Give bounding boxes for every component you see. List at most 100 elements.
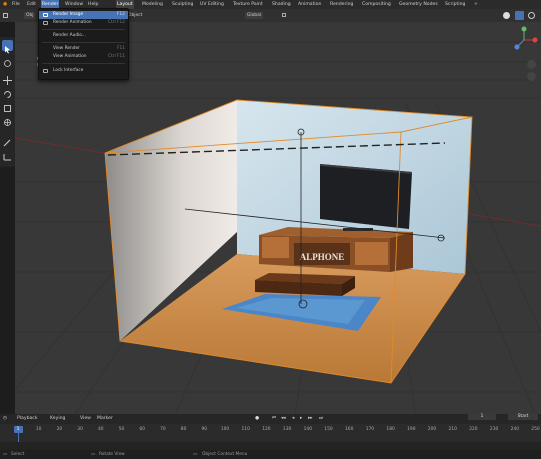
frame-tick-label: 30 xyxy=(77,427,83,432)
render-dropdown-menu: Render Image F12 Render Animation Ctrl F… xyxy=(38,8,129,80)
menu-item-lock-interface[interactable]: Lock Interface xyxy=(39,67,128,75)
timeline-menu-keying[interactable]: Keying xyxy=(50,414,65,424)
frame-tick-label: 250 xyxy=(531,427,540,432)
mouse-right-icon: ▭ xyxy=(193,452,198,457)
frame-tick-label: 130 xyxy=(282,427,292,432)
frame-tick-label: 80 xyxy=(180,427,187,432)
annotate-tool-icon[interactable] xyxy=(2,133,13,147)
scale-tool-icon[interactable] xyxy=(2,99,13,112)
frame-tick-label: 90 xyxy=(201,427,208,432)
play-reverse-icon[interactable]: ◂ xyxy=(292,414,294,424)
menu-item-view-animation[interactable]: View Animation Ctrl F11 xyxy=(39,53,128,61)
editor-type-icon[interactable] xyxy=(3,13,8,18)
tab-texture-paint[interactable]: Texture Paint xyxy=(233,0,263,9)
frame-tick-label: 50 xyxy=(118,427,125,432)
current-frame-field[interactable]: 1 xyxy=(468,414,496,420)
frame-tick-label: 10 xyxy=(35,427,42,432)
scene-render: ALPHONE xyxy=(15,41,541,414)
menu-separator xyxy=(42,63,125,64)
frame-tick-label: 220 xyxy=(469,427,478,432)
timeline-menu-marker[interactable]: Marker xyxy=(97,414,113,424)
frame-tick-label: 70 xyxy=(160,427,166,432)
tab-animation[interactable]: Animation xyxy=(298,0,321,9)
viewport-shading-material-icon[interactable] xyxy=(515,11,524,20)
tab-geometry-nodes[interactable]: Geometry Nodes xyxy=(399,0,438,9)
timeline-ruler[interactable]: 1 10 20 30 40 50 60 70 80 90 100 110 120 130 140 150 160… xyxy=(0,424,541,442)
object-mode-dropdown[interactable]: Obj xyxy=(24,12,36,19)
jump-end-icon[interactable]: ⏭ xyxy=(319,414,323,424)
blender-logo-icon[interactable]: ● xyxy=(3,0,7,9)
frame-tick-label: 200 xyxy=(427,427,437,432)
frame-tick-label: 150 xyxy=(324,427,333,432)
transform-orientation-dropdown[interactable]: Global xyxy=(245,12,264,19)
playhead-line xyxy=(18,433,19,442)
tab-rendering[interactable]: Rendering xyxy=(330,0,353,9)
frame-tick-label: 60 xyxy=(139,427,145,432)
zoom-icon[interactable] xyxy=(527,60,536,69)
frame-tick-label: 1 xyxy=(16,427,20,432)
frame-tick-label: 110 xyxy=(241,427,250,432)
render-animation-icon xyxy=(43,21,48,25)
snap-icon[interactable] xyxy=(282,13,286,17)
frame-tick-label: 190 xyxy=(407,427,416,432)
pan-icon[interactable] xyxy=(527,72,536,81)
menu-item-view-render[interactable]: View Render F11 xyxy=(39,45,128,53)
timeline-menu-playback[interactable]: Playback xyxy=(17,414,38,424)
frame-tick-label: 180 xyxy=(386,427,395,432)
menu-separator xyxy=(42,42,125,43)
jump-start-icon[interactable]: ⏮ xyxy=(272,414,276,424)
tab-sculpting[interactable]: Sculpting xyxy=(172,0,193,9)
frame-tick-label: 120 xyxy=(262,427,271,432)
transform-tool-icon[interactable] xyxy=(2,113,13,126)
status-bar: ▭ Select ▭ Rotate View ▭ Object Context … xyxy=(0,450,541,459)
tab-shading[interactable]: Shading xyxy=(272,0,291,9)
object-menu[interactable]: Object xyxy=(128,9,142,22)
viewport-shading-rendered-icon[interactable] xyxy=(528,12,535,19)
3d-viewport[interactable]: ALPHONE Came (1) C xyxy=(15,22,541,414)
timeline-track[interactable] xyxy=(0,442,541,450)
select-box-tool-icon[interactable] xyxy=(2,40,13,54)
mouse-left-icon: ▭ xyxy=(3,452,8,457)
alphone-sign: ALPHONE xyxy=(300,252,345,262)
frame-tick-label: 20 xyxy=(56,427,63,432)
rotate-tool-icon[interactable] xyxy=(2,85,13,98)
frame-tick-label: 230 xyxy=(489,427,499,432)
play-icon[interactable]: ▸ xyxy=(300,414,302,424)
tab-compositing[interactable]: Compositing xyxy=(362,0,391,9)
add-workspace-button[interactable]: + xyxy=(474,0,478,9)
tool-shelf xyxy=(0,37,15,167)
checkbox-icon xyxy=(43,69,48,73)
timeline-editor-icon[interactable]: ◷ xyxy=(3,414,7,424)
frame-tick-label: 210 xyxy=(448,427,457,432)
status-rotate-view: Rotate View xyxy=(99,452,125,457)
menu-item-render-animation[interactable]: Render Animation Ctrl F12 xyxy=(39,19,128,27)
tab-modeling[interactable]: Modeling xyxy=(142,0,163,9)
frame-tick-label: 240 xyxy=(510,427,519,432)
mouse-middle-icon: ▭ xyxy=(91,452,96,457)
cursor-tool-icon[interactable] xyxy=(2,54,13,67)
tab-scripting[interactable]: Scripting xyxy=(445,0,465,9)
navigation-gizmo[interactable] xyxy=(509,25,539,55)
status-context-menu: Object Context Menu xyxy=(202,452,248,457)
move-tool-icon[interactable] xyxy=(2,71,13,85)
timeline-header: ◷ Playback Keying View Marker ● ⏮ ◂◂ ◂ ▸… xyxy=(0,414,541,424)
tab-uv-editing[interactable]: UV Editing xyxy=(200,0,224,9)
menu-item-render-audio[interactable]: Render Audio... xyxy=(39,32,128,40)
record-button[interactable]: ● xyxy=(255,414,259,424)
menu-item-render-image[interactable]: Render Image F12 xyxy=(39,11,128,19)
start-frame-field[interactable]: Start xyxy=(508,414,538,420)
next-keyframe-icon[interactable]: ▸▸ xyxy=(308,414,313,424)
menu-edit[interactable]: Edit xyxy=(27,0,36,9)
frame-tick-label: 140 xyxy=(303,427,312,432)
timeline-menu-view[interactable]: View xyxy=(80,414,91,424)
viewport-shading-solid-icon[interactable] xyxy=(503,12,510,19)
frame-tick-label: 40 xyxy=(98,427,104,432)
menu-separator xyxy=(42,29,125,30)
frame-tick-label: 160 xyxy=(344,427,354,432)
measure-tool-icon[interactable] xyxy=(2,147,13,161)
frame-tick-label: 170 xyxy=(365,427,375,432)
menu-file[interactable]: File xyxy=(12,0,20,9)
frame-tick-label: 100 xyxy=(220,427,230,432)
status-select: Select xyxy=(11,452,25,457)
prev-keyframe-icon[interactable]: ◂◂ xyxy=(281,414,286,424)
